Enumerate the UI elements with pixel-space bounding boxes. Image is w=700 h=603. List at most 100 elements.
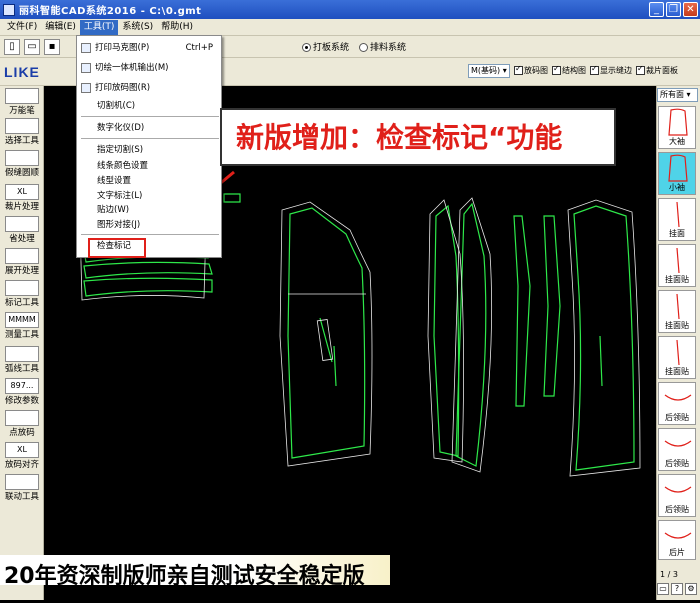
tool-piece[interactable]: XL 裁片处理 (2, 184, 42, 212)
piece-thumb[interactable]: 大袖 (658, 106, 696, 149)
mark-icon (5, 280, 39, 296)
printer-icon (81, 82, 91, 93)
close-button[interactable]: ✕ (683, 2, 698, 17)
new-file-icon[interactable]: ▯ (4, 38, 20, 55)
menu-edit[interactable]: 编辑(E) (41, 20, 80, 35)
piece-label: 挂面贴 (665, 275, 689, 284)
menu-system[interactable]: 系统(S) (118, 20, 157, 35)
select-icon (5, 118, 39, 134)
piece-thumb-shape (668, 154, 688, 182)
tool-select[interactable]: 选择工具 (2, 118, 42, 146)
piece-thumb[interactable]: 挂面贴 (658, 290, 696, 333)
menu-item-label: 文字标注(L) (97, 191, 143, 201)
title-bar: 丽科智能CAD系统2016 - C:\0.gmt _ ❐ ✕ (0, 0, 700, 19)
tool-align[interactable]: XL 放码对齐 (2, 442, 42, 470)
tool-expand[interactable]: 展开处理 (2, 248, 42, 276)
tools-menu-item[interactable]: 图形对接(J) (81, 219, 219, 231)
checkbox-show-seam[interactable]: 显示缝边 (590, 64, 632, 76)
panel-toggle-icon[interactable]: ▭ (657, 583, 669, 595)
piece-thumb[interactable]: 后领贴 (658, 428, 696, 471)
tool-label: 选择工具 (4, 136, 39, 146)
tools-menu-item[interactable]: 指定切割(S) (81, 144, 219, 156)
radio-pattern-system[interactable]: 打板系统 (302, 40, 349, 53)
tool-ruler[interactable]: MMMM 测量工具 (2, 312, 42, 340)
tool-pen[interactable]: 万能笔 (2, 88, 42, 116)
check-mark-highlight-box (88, 238, 146, 258)
tool-arc[interactable]: 弧线工具 (2, 346, 42, 374)
tool-grade[interactable]: 点放码 (2, 410, 42, 438)
menu-tools[interactable]: 工具(T) (79, 19, 119, 35)
tools-menu-item[interactable]: 打印马克图(P) Ctrl+P (81, 42, 219, 54)
piece-thumb[interactable]: 后片 (658, 520, 696, 560)
settings-icon[interactable]: ⚙ (685, 583, 697, 595)
tool-label: 省处理 (9, 234, 35, 244)
menu-item-label: 打印马克图(P) (95, 43, 150, 53)
open-file-icon[interactable]: ▭ (24, 38, 40, 55)
pattern-piece-stub (223, 193, 241, 203)
link-icon (5, 474, 39, 490)
menu-item-label: 贴边(W) (97, 205, 130, 215)
tool-label: 万能笔 (9, 106, 35, 116)
seam-icon (5, 150, 39, 166)
piece-thumb[interactable]: 挂面 (658, 198, 696, 241)
menu-item-label: 线条颜色设置 (97, 161, 149, 171)
tools-menu-item[interactable]: 线条颜色设置 (81, 160, 219, 172)
printer-icon (81, 42, 91, 53)
checkbox-grade-view[interactable]: 放码图 (514, 64, 548, 76)
brand-logo: LIKE (4, 64, 40, 80)
checkbox-piece-panel[interactable]: 裁片面板 (636, 64, 678, 76)
minimize-button[interactable]: _ (649, 2, 664, 17)
tools-menu-item[interactable]: 文字标注(L) (81, 190, 219, 202)
menu-file[interactable]: 文件(F) (3, 20, 41, 35)
tool-label: 点放码 (9, 428, 35, 438)
piece-thumb-path (676, 201, 680, 228)
piece-filter-select[interactable]: 所有面 ▾ (657, 88, 698, 102)
window-title: 丽科智能CAD系统2016 - C:\0.gmt (19, 6, 202, 17)
tool-mark[interactable]: 标记工具 (2, 280, 42, 308)
back-panel-seam (573, 205, 635, 471)
tools-menu-item[interactable]: 切割机(C) (81, 100, 219, 112)
tools-menu-item[interactable]: 线型设置 (81, 175, 219, 187)
tool-param[interactable]: 897... 修改参数 (2, 378, 42, 406)
arc-icon (5, 346, 39, 362)
tools-menu-item[interactable]: 打印放码图(R) (81, 82, 219, 94)
tool-dart[interactable]: 省处理 (2, 216, 42, 244)
tools-menu-dropdown: 打印马克图(P) Ctrl+P 切绘一体机输出(M) 打印放码图(R) 切割机(C) 数字… (76, 35, 222, 258)
piece-thumb-path (676, 247, 680, 274)
menu-item-label: 指定切割(S) (97, 145, 144, 155)
tools-menu-item[interactable]: 切绘一体机输出(M) (81, 62, 219, 74)
radio-empty-icon (359, 43, 369, 52)
grade-icon (5, 410, 39, 426)
tool-link[interactable]: 联动工具 (2, 474, 42, 502)
size-select[interactable]: M(基码) ▾ (468, 64, 510, 78)
piece-thumb[interactable]: 后领贴 (658, 474, 696, 517)
restore-button[interactable]: ❐ (666, 2, 681, 17)
piece-thumb[interactable]: 后领贴 (658, 382, 696, 425)
radio-marker-system[interactable]: 排料系统 (359, 40, 406, 53)
sleeve-strip-seam (543, 215, 561, 397)
save-icon[interactable]: ▪ (44, 38, 60, 55)
piece-thumb-shape (664, 394, 692, 401)
tools-menu-item[interactable]: 数字化仪(D) (81, 122, 219, 134)
piece-thumb-shape (664, 440, 692, 447)
menu-item-label: 切绘一体机输出(M) (95, 63, 169, 73)
piece-thumb-shape (676, 247, 680, 274)
app-icon (3, 3, 15, 16)
piece-thumb-shape (676, 293, 680, 320)
menu-help[interactable]: 帮助(H) (157, 20, 197, 35)
help-icon[interactable]: ? (671, 583, 683, 595)
tool-seam[interactable]: 假缝圆顺 (2, 150, 42, 178)
piece-pager: 1 / 3 (660, 570, 678, 579)
piece-thumb-path (664, 532, 692, 539)
piece-thumb[interactable]: 小袖 (658, 152, 696, 195)
promo-banner-text: 20年资深制版师亲自测试安全稳定版 (4, 564, 365, 589)
piece-thumb[interactable]: 挂面贴 (658, 244, 696, 287)
piece-label: 大袖 (669, 137, 685, 146)
checkbox-structure-view[interactable]: 结构图 (552, 64, 586, 76)
ruler-icon: MMMM (5, 312, 39, 328)
tools-menu-item[interactable]: 贴边(W) (81, 204, 219, 216)
tool-label: 测量工具 (4, 330, 39, 340)
piece-icon: XL (5, 184, 39, 200)
piece-thumb[interactable]: 挂面贴 (658, 336, 696, 379)
piece-label: 小袖 (669, 183, 685, 192)
